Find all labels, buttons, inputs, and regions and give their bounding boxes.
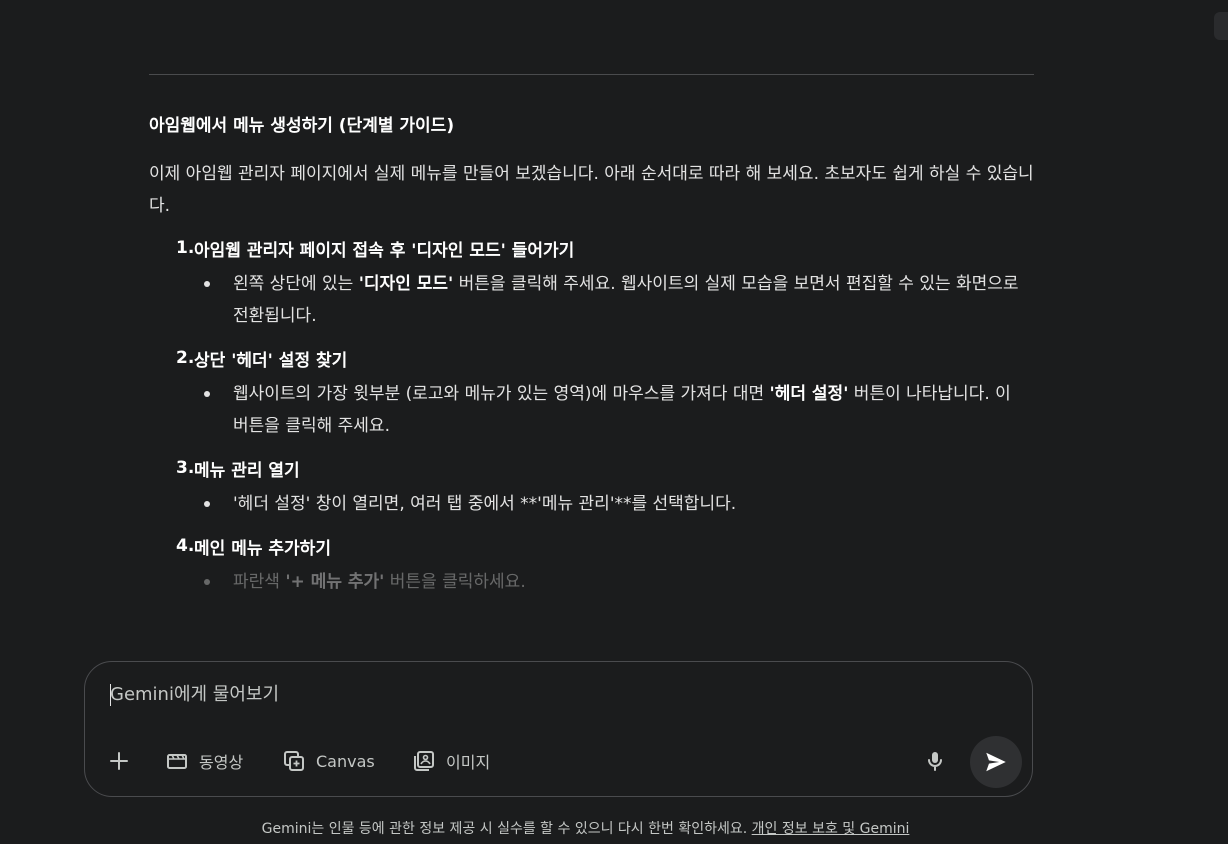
step-title: 메뉴 관리 열기 [194, 460, 300, 481]
disclaimer-text: Gemini는 인물 등에 관한 정보 제공 시 실수를 할 수 있으니 다시 … [261, 821, 752, 837]
side-panel-tab[interactable] [1214, 12, 1228, 40]
step-number: 3. [176, 458, 195, 478]
canvas-tool-button[interactable]: Canvas [282, 736, 375, 786]
step-number: 2. [176, 348, 195, 368]
step-bullet: 파란색 '+ 메뉴 추가' 버튼을 클릭하세요. [149, 566, 1034, 598]
step-number: 1. [176, 238, 195, 258]
mic-icon [928, 752, 942, 771]
steps-list: 1. 아임웹 관리자 페이지 접속 후 '디자인 모드' 들어가기 왼쪽 상단에… [149, 228, 1034, 598]
privacy-link[interactable]: 개인 정보 보호 및 Gemini [752, 821, 910, 837]
gemini-chat-page: 아임웹에서 메뉴 생성하기 (단계별 가이드) 이제 아임웹 관리자 페이지에서… [0, 0, 1228, 844]
prompt-input[interactable] [110, 680, 910, 708]
step-bullet: 왼쪽 상단에 있는 '디자인 모드' 버튼을 클릭해 주세요. 웹사이트의 실제… [149, 268, 1034, 332]
prompt-composer: 동영상 Canvas 이미지 [84, 661, 1033, 797]
send-button[interactable] [970, 736, 1022, 788]
canvas-icon [284, 751, 304, 771]
step-item: 4. 메인 메뉴 추가하기 파란색 '+ 메뉴 추가' 버튼을 클릭하세요. [149, 526, 1034, 598]
image-tool-button[interactable]: 이미지 [412, 736, 490, 786]
composer-toolbar: 동영상 Canvas 이미지 [85, 736, 1032, 788]
bullet-dot [204, 391, 210, 397]
section-divider [149, 74, 1034, 75]
step-item: 2. 상단 '헤더' 설정 찾기 웹사이트의 가장 윗부분 (로고와 메뉴가 있… [149, 338, 1034, 442]
video-tool-button[interactable]: 동영상 [165, 736, 243, 786]
response-heading: 아임웹에서 메뉴 생성하기 (단계별 가이드) [149, 116, 455, 136]
image-icon [414, 751, 434, 771]
video-icon [167, 754, 187, 769]
step-item: 1. 아임웹 관리자 페이지 접속 후 '디자인 모드' 들어가기 왼쪽 상단에… [149, 228, 1034, 332]
video-tool-label: 동영상 [199, 753, 244, 772]
step-number: 4. [176, 536, 195, 556]
microphone-button[interactable] [923, 736, 947, 786]
step-item: 3. 메뉴 관리 열기 '헤더 설정' 창이 열리면, 여러 탭 중에서 **'… [149, 448, 1034, 520]
bullet-dot [204, 501, 210, 507]
step-bullet: 웹사이트의 가장 윗부분 (로고와 메뉴가 있는 영역)에 마우스를 가져다 대… [149, 378, 1034, 442]
image-tool-label: 이미지 [446, 753, 491, 772]
step-bullet: '헤더 설정' 창이 열리면, 여러 탭 중에서 **'메뉴 관리'**를 선택… [149, 488, 1034, 520]
step-title: 상단 '헤더' 설정 찾기 [194, 350, 348, 371]
response-intro: 이제 아임웹 관리자 페이지에서 실제 메뉴를 만들어 보겠습니다. 아래 순서… [149, 164, 1034, 216]
step-title: 아임웹 관리자 페이지 접속 후 '디자인 모드' 들어가기 [194, 240, 575, 261]
bullet-dot [204, 281, 210, 287]
add-attachment-button[interactable] [107, 736, 131, 786]
response-content: 아임웹에서 메뉴 생성하기 (단계별 가이드) 이제 아임웹 관리자 페이지에서… [149, 104, 1034, 660]
send-icon [986, 752, 1006, 772]
step-title: 메인 메뉴 추가하기 [194, 538, 331, 559]
footer-disclaimer: Gemini는 인물 등에 관한 정보 제공 시 실수를 할 수 있으니 다시 … [0, 818, 1228, 838]
canvas-tool-label: Canvas [316, 751, 375, 771]
bullet-dot [204, 579, 210, 585]
plus-icon [110, 752, 128, 770]
